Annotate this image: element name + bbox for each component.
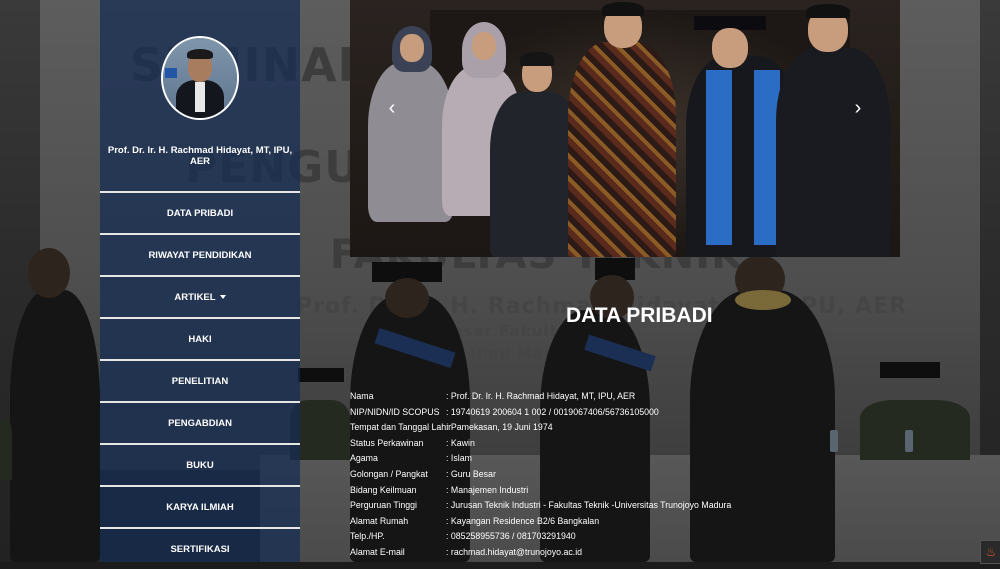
gown-stripe — [706, 70, 732, 245]
carousel-prev-button[interactable]: ‹ — [382, 96, 402, 120]
person-silhouette — [690, 290, 835, 562]
graduation-cap — [298, 368, 344, 382]
profile-name: Prof. Dr. Ir. H. Rachmad Hidayat, MT, IP… — [107, 145, 293, 167]
person-head — [28, 248, 70, 298]
graduation-cap — [880, 362, 940, 378]
data-value: rachmad.hidayat@trunojoyo.ac.id — [446, 547, 582, 557]
data-value: 19740619 200604 1 002 / 0019067406/56736… — [446, 407, 659, 417]
seated-person — [0, 420, 12, 480]
face — [712, 28, 748, 68]
menu-item-label: BUKU — [186, 459, 214, 471]
hair — [806, 4, 850, 18]
menu-item-penelitian[interactable]: PENELITIAN — [100, 359, 300, 401]
data-label: Tempat dan Tanggal Lahir — [350, 422, 452, 433]
menu-item-label: HAKI — [188, 333, 212, 345]
data-label: Agama — [350, 453, 378, 464]
menu-item-haki[interactable]: HAKI — [100, 317, 300, 359]
menu-item-label: ARTIKEL — [174, 291, 216, 303]
menu-item-label: PENELITIAN — [171, 375, 229, 387]
water-bottle — [830, 430, 838, 452]
caret-down-icon — [219, 295, 226, 299]
menu-item-label: DATA PRIBADI — [166, 207, 234, 219]
data-label: Alamat E-mail — [350, 546, 405, 557]
face — [472, 32, 496, 60]
data-value: 085258955736 / 081703291940 — [446, 531, 576, 541]
section-title: DATA PRIBADI — [566, 304, 713, 327]
data-label: NIP/NIDN/ID SCOPUS — [350, 406, 440, 417]
water-bottle — [905, 430, 913, 452]
data-value: Manajemen Industri — [446, 485, 528, 495]
avatar — [161, 36, 239, 120]
face — [400, 34, 424, 62]
data-value: Jurusan Teknik Industri - Fakultas Tekni… — [446, 500, 731, 510]
menu-item-pengabdian[interactable]: PENGABDIAN — [100, 401, 300, 443]
menu-item-data-pribadi[interactable]: DATA PRIBADI — [100, 191, 300, 233]
data-value: Islam — [446, 453, 472, 463]
data-label: Perguruan Tinggi — [350, 500, 417, 511]
menu-item-buku[interactable]: BUKU — [100, 443, 300, 485]
menu-item-label: KARYA ILMIAH — [166, 501, 234, 513]
sidebar: Prof. Dr. Ir. H. Rachmad Hidayat, MT, IP… — [100, 0, 300, 562]
data-label: Golongan / Pangkat — [350, 468, 428, 479]
person-silhouette — [10, 290, 100, 562]
family-member — [568, 42, 676, 257]
hair — [520, 52, 554, 66]
menu-item-label: RIWAYAT PENDIDIKAN — [148, 249, 252, 261]
data-value: Guru Besar — [446, 469, 496, 479]
sidebar-menu: DATA PRIBADI RIWAYAT PENDIDIKAN ARTIKEL … — [100, 191, 300, 569]
data-value: Pamekasan, 19 Juni 1974 — [446, 422, 553, 432]
seated-person — [860, 400, 970, 460]
menu-item-label: PENGABDIAN — [168, 417, 232, 429]
data-label: Bidang Keilmuan — [350, 484, 417, 495]
gold-chain — [735, 290, 791, 310]
data-label: Telp./HP. — [350, 531, 385, 542]
data-label: Status Perkawinan — [350, 437, 424, 448]
menu-item-riwayat-pendidikan[interactable]: RIWAYAT PENDIDIKAN — [100, 233, 300, 275]
data-value: Kayangan Residence B2/6 Bangkalan — [446, 516, 599, 526]
data-label: Alamat Rumah — [350, 515, 409, 526]
data-value: Prof. Dr. Ir. H. Rachmad Hidayat, MT, IP… — [446, 391, 635, 401]
flame-icon[interactable]: ♨ — [980, 540, 1000, 564]
menu-item-karya-ilmiah[interactable]: KARYA ILMIAH — [100, 485, 300, 527]
data-label: Nama — [350, 391, 374, 401]
photo-carousel: ‹ › — [350, 0, 900, 257]
carousel-next-button[interactable]: › — [848, 96, 868, 120]
menu-item-label: SERTIFIKASI — [170, 543, 230, 555]
data-value: Kawin — [446, 438, 475, 448]
person-head — [385, 278, 429, 318]
family-member — [776, 48, 890, 257]
menu-item-artikel-dropdown[interactable]: ARTIKEL — [100, 275, 300, 317]
menu-item-sertifikasi[interactable]: SERTIFIKASI — [100, 527, 300, 569]
hair — [602, 2, 644, 16]
